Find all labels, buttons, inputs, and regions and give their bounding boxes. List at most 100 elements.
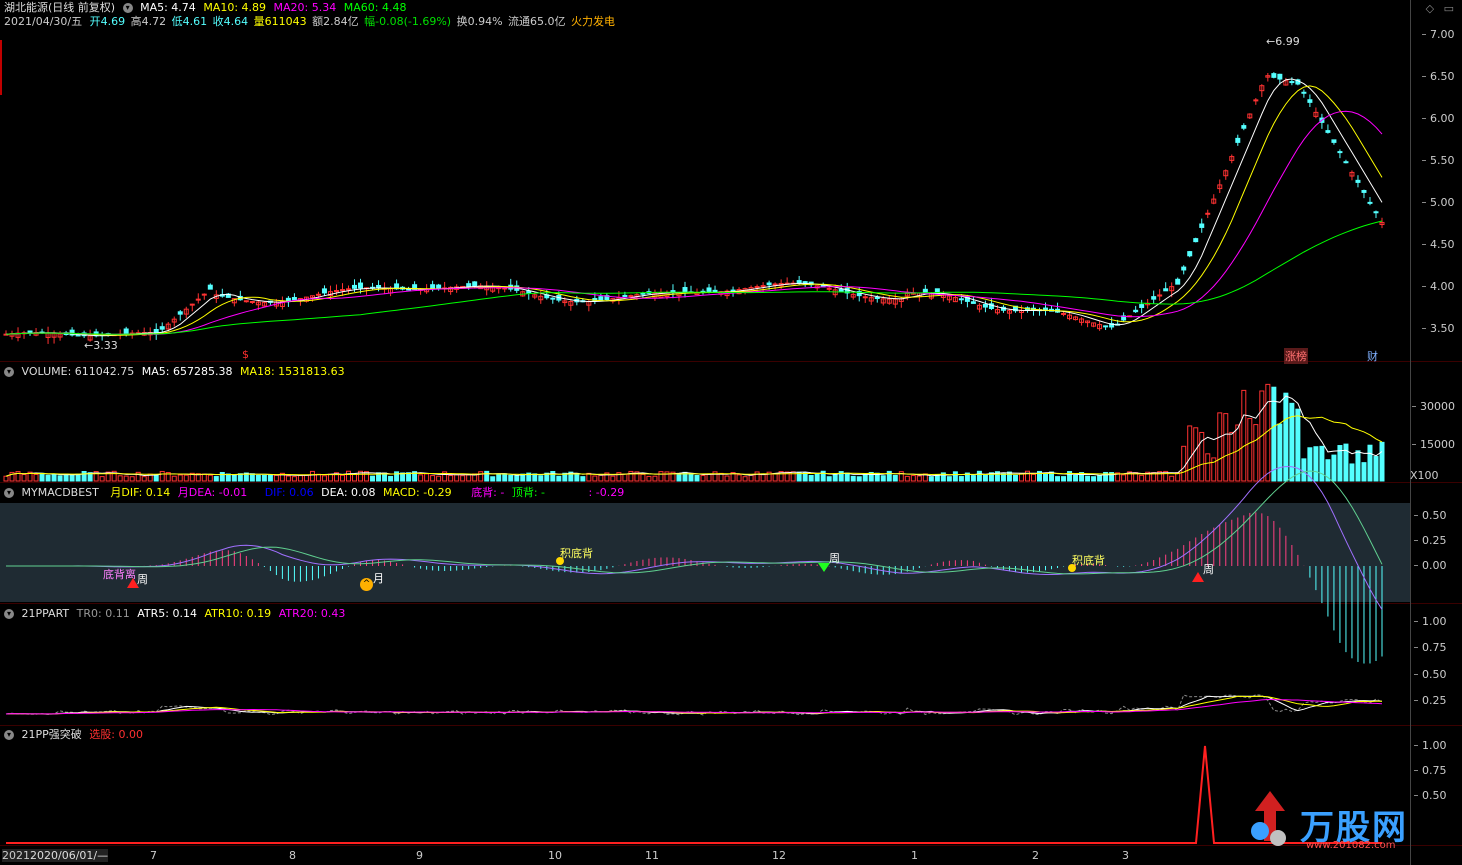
breakout-tick: 0.75: [1414, 764, 1447, 777]
candle-body: [1343, 161, 1349, 164]
volume-bar: [652, 475, 658, 482]
high-price-value: 6.99: [1275, 35, 1300, 48]
volume-bar: [51, 473, 57, 482]
candle-body: [1187, 251, 1193, 257]
watermark-logo-icon: [1245, 786, 1295, 856]
volume-bar: [394, 471, 400, 482]
candle-body: [1241, 125, 1247, 129]
volume-bar: [255, 474, 261, 482]
atr-tick: 0.25: [1414, 694, 1447, 707]
volume-bar: [1235, 424, 1241, 482]
candle-body: [285, 297, 291, 302]
candle-body: [472, 281, 478, 287]
price-tick: 7.00: [1422, 28, 1455, 41]
volume-menu-icon[interactable]: ▾: [4, 367, 14, 377]
volume-bar: [598, 474, 604, 482]
volume-bar: [664, 471, 670, 482]
candle-body: [1325, 130, 1331, 133]
volume-bar: [1205, 453, 1211, 482]
volume-bar: [81, 471, 87, 482]
candle-body: [838, 288, 844, 292]
volume-bar: [748, 474, 754, 482]
volume-bar: [225, 473, 231, 482]
low-price-value: 3.33: [93, 339, 118, 352]
macd-tick: 0.25: [1414, 534, 1447, 547]
macd-accum-divergence-label: 积底背: [560, 547, 593, 560]
volume-bar: [892, 474, 898, 482]
candle-body: [1307, 99, 1313, 103]
candle-body: [75, 334, 81, 337]
candle-body: [1361, 190, 1367, 193]
volume-bar: [832, 473, 838, 482]
candle-body: [970, 301, 976, 304]
volume-bar: [580, 476, 586, 482]
volume-ma-line: [5, 395, 1383, 477]
finance-badge[interactable]: 财: [1367, 348, 1378, 364]
volume-bar: [249, 473, 255, 482]
volume-bar: [177, 474, 183, 482]
volume-bar: [1000, 473, 1006, 482]
volume-bar: [538, 475, 544, 482]
volume-bar: [201, 473, 207, 482]
volume-bar: [321, 475, 327, 482]
macd-month-dea: 月DEA: -0.01: [177, 486, 248, 499]
volume-bar: [1319, 445, 1325, 482]
volume-bar: [345, 470, 351, 482]
candle-body: [598, 296, 604, 301]
volume-bar: [700, 475, 706, 482]
candle-body: [243, 300, 249, 303]
macd-tick: 0.00: [1414, 559, 1447, 572]
candle-body: [550, 297, 556, 300]
volume-bar: [1030, 473, 1036, 482]
volume-bar: [291, 476, 297, 482]
macd-dea: DEA: 0.08: [321, 486, 376, 499]
candle-body: [1199, 223, 1205, 228]
dividend-marker[interactable]: $: [242, 348, 249, 361]
candle-body: [628, 295, 634, 298]
candle-body: [622, 294, 628, 298]
atr-series: [5, 694, 1383, 716]
volume-unit: X100: [1410, 469, 1439, 482]
candle-body: [466, 283, 472, 287]
macd-name[interactable]: MYMACDBEST: [22, 486, 99, 499]
volume-bar: [724, 475, 730, 482]
atr-menu-icon[interactable]: ▾: [4, 609, 14, 619]
volume-bar: [1043, 473, 1049, 482]
candle-body: [1289, 81, 1295, 84]
volume-bar: [1295, 408, 1301, 482]
volume-bar: [550, 471, 556, 482]
volume-bar: [484, 470, 490, 482]
candle-body: [352, 284, 358, 289]
volume-bar: [622, 473, 628, 482]
volume-bar: [1379, 441, 1385, 482]
candle-body: [754, 286, 760, 289]
breakout-name[interactable]: 21PP强突破: [22, 728, 82, 741]
macd-month-dif: 月DIF: 0.14: [110, 486, 171, 499]
volume-bar: [856, 476, 862, 482]
macd-other: : -0.29: [588, 486, 625, 499]
volume-bar: [904, 475, 910, 482]
breakout-menu-icon[interactable]: ▾: [4, 730, 14, 740]
volume-bar: [1289, 402, 1295, 482]
breakout-line: [6, 745, 1382, 844]
volume-ma18: MA18: 1531813.63: [239, 365, 345, 378]
volume-bar: [129, 476, 135, 482]
volume-bar: [1343, 443, 1349, 482]
candle-body: [1193, 238, 1199, 243]
candle-body: [201, 293, 207, 296]
x-axis-month: 12: [772, 849, 786, 862]
volume-bar: [952, 471, 958, 482]
chart-canvas[interactable]: [0, 0, 1410, 865]
atr-tick: 0.75: [1414, 641, 1447, 654]
atr-atr10: ATR10: 0.19: [204, 607, 272, 620]
macd-menu-icon[interactable]: ▾: [4, 488, 14, 498]
volume-bar: [1181, 445, 1187, 482]
atr-name[interactable]: 21PPART: [22, 607, 70, 620]
candle-body: [1367, 201, 1373, 204]
candle-body: [1271, 73, 1277, 78]
candle-body: [1181, 266, 1187, 271]
price-tick: 5.50: [1422, 154, 1455, 167]
limit-up-badge[interactable]: 涨榜: [1284, 348, 1308, 364]
volume-bar: [1229, 431, 1235, 482]
breakout-header: ▾ 21PP强突破 选股: 0.00: [4, 728, 147, 741]
